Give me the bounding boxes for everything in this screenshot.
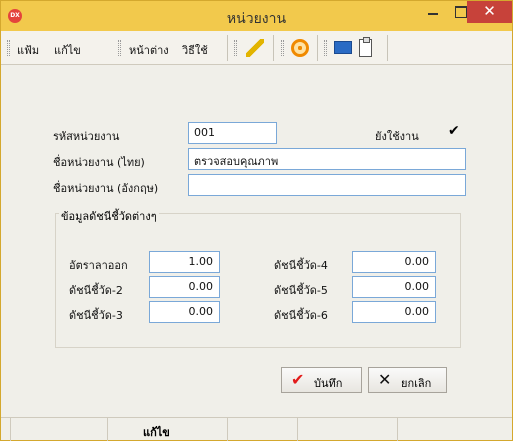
- menu-edit[interactable]: แก้ไข: [54, 41, 81, 59]
- close-icon: ✕: [378, 370, 392, 389]
- clipboard-icon[interactable]: [359, 37, 372, 57]
- active-label: ยังใช้งาน: [375, 130, 419, 143]
- name-th-label: ชื่อหน่วยงาน (ไทย): [53, 156, 145, 169]
- indicator-input-1[interactable]: 1.00: [149, 251, 220, 273]
- cancel-button-label: ยกเลิก: [401, 377, 432, 390]
- toolbar-separator: [317, 35, 318, 61]
- menu-file[interactable]: แฟ้ม: [17, 41, 39, 59]
- toolbar-grip[interactable]: [281, 40, 284, 56]
- name-en-input[interactable]: [188, 174, 466, 196]
- indicator-label-3: ดัชนีชี้วัด-3: [69, 309, 123, 322]
- status-cell: [1, 418, 11, 441]
- unit-code-label: รหัสหน่วยงาน: [53, 130, 120, 143]
- unit-window: DX หน่วยงาน ✕ แฟ้ม แก้ไข หน้าต่าง วิธีใช…: [0, 0, 513, 441]
- indicator-input-2[interactable]: 0.00: [149, 276, 220, 298]
- indicator-label-1: อัตราลาออก: [69, 259, 128, 272]
- indicator-input-5[interactable]: 0.00: [352, 276, 436, 298]
- toolbar-separator: [227, 35, 228, 61]
- indicator-input-4[interactable]: 0.00: [352, 251, 436, 273]
- title-bar[interactable]: DX หน่วยงาน ✕: [1, 1, 512, 31]
- name-en-label: ชื่อหน่วยงาน (อังกฤษ): [53, 182, 159, 195]
- target-icon[interactable]: [291, 39, 309, 57]
- indicator-input-6[interactable]: 0.00: [352, 301, 436, 323]
- status-mode-text: แก้ไข: [143, 426, 170, 439]
- toolbar-separator: [273, 35, 274, 61]
- indicators-group-title: ข้อมูลดัชนีชี้วัดต่างๆ: [59, 207, 159, 225]
- active-checkbox[interactable]: ✔: [448, 124, 462, 139]
- save-button-label: บันทึก: [314, 377, 343, 390]
- name-th-input[interactable]: ตรวจสอบคุณภาพ: [188, 148, 466, 170]
- toolbar-grip[interactable]: [118, 40, 121, 56]
- indicator-label-4: ดัชนีชี้วัด-4: [274, 259, 328, 272]
- status-cell: [298, 418, 398, 441]
- status-cell: [228, 418, 298, 441]
- edit-icon[interactable]: [246, 39, 264, 57]
- indicator-label-2: ดัชนีชี้วัด-2: [69, 284, 123, 297]
- save-button[interactable]: ✔ บันทึก: [281, 367, 362, 393]
- indicator-label-6: ดัชนีชี้วัด-6: [274, 309, 328, 322]
- indicator-input-3[interactable]: 0.00: [149, 301, 220, 323]
- toolbar: แฟ้ม แก้ไข หน้าต่าง วิธีใช้: [1, 31, 512, 65]
- minimize-button[interactable]: [419, 1, 447, 23]
- cancel-button[interactable]: ✕ ยกเลิก: [368, 367, 447, 393]
- unit-code-input[interactable]: 001: [188, 122, 277, 144]
- toolbar-grip[interactable]: [234, 40, 237, 56]
- status-cell: [11, 418, 108, 441]
- indicator-label-5: ดัชนีชี้วัด-5: [274, 284, 328, 297]
- menu-window[interactable]: หน้าต่าง: [129, 41, 169, 59]
- toolbar-grip[interactable]: [324, 40, 327, 56]
- close-button[interactable]: ✕: [467, 1, 512, 23]
- checkmark-icon: ✔: [291, 370, 305, 389]
- screen-icon[interactable]: [334, 41, 352, 54]
- menu-help[interactable]: วิธีใช้: [182, 41, 208, 59]
- status-bar: แก้ไข: [1, 417, 512, 441]
- toolbar-separator: [387, 35, 388, 61]
- toolbar-grip[interactable]: [7, 40, 10, 56]
